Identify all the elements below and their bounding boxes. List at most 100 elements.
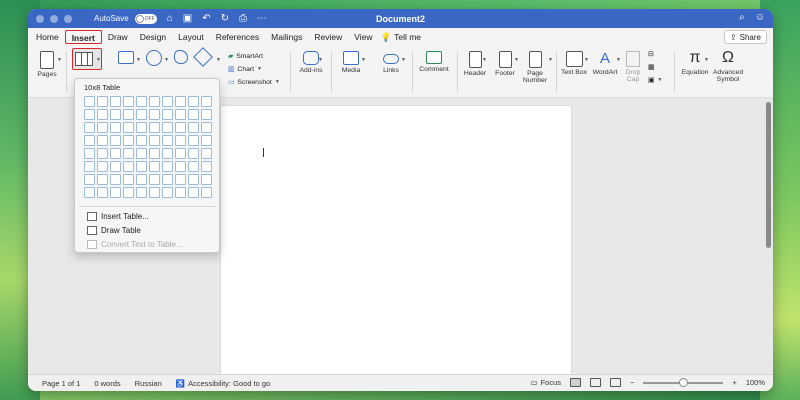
tab-view[interactable]: View (348, 30, 378, 44)
3d-models-button[interactable] (193, 47, 213, 67)
zoom-slider-thumb[interactable] (679, 377, 689, 387)
table-grid-cell[interactable] (136, 148, 147, 159)
table-grid-cell[interactable] (188, 187, 199, 198)
table-grid-cell[interactable] (162, 161, 173, 172)
table-grid-cell[interactable] (162, 135, 173, 146)
table-grid-cell[interactable] (136, 187, 147, 198)
table-grid-cell[interactable] (175, 187, 186, 198)
tab-review[interactable]: Review (308, 30, 348, 44)
chevron-down-icon[interactable]: ▼ (216, 57, 221, 63)
minimize-window-button[interactable] (50, 14, 58, 23)
table-grid-cell[interactable] (110, 135, 121, 146)
table-grid-cell[interactable] (201, 174, 212, 185)
table-grid-cell[interactable] (123, 109, 134, 120)
table-grid-cell[interactable] (97, 135, 108, 146)
table-grid-cell[interactable] (201, 135, 212, 146)
table-grid-cell[interactable] (84, 148, 95, 159)
vertical-scrollbar[interactable] (766, 102, 771, 248)
footer-button[interactable]: Footer (492, 51, 518, 77)
table-grid-cell[interactable] (84, 135, 95, 146)
signature-line-button[interactable]: ⊟ (648, 50, 654, 58)
comment-button[interactable]: Comment (418, 51, 450, 73)
table-grid-cell[interactable] (175, 174, 186, 185)
links-button[interactable]: Links (379, 51, 403, 74)
drop-cap-button[interactable]: Drop Cap (622, 51, 644, 83)
table-grid-cell[interactable] (110, 122, 121, 133)
tell-me-box[interactable]: 💡 Tell me (381, 32, 422, 43)
table-grid-cell[interactable] (110, 187, 121, 198)
table-grid-cell[interactable] (123, 135, 134, 146)
table-grid-cell[interactable] (97, 109, 108, 120)
table-grid-cell[interactable] (97, 161, 108, 172)
table-grid-cell[interactable] (84, 161, 95, 172)
autosave-toggle[interactable]: OFF (134, 13, 157, 24)
chevron-down-icon[interactable]: ▼ (401, 57, 406, 63)
table-grid-cell[interactable] (201, 96, 212, 107)
table-grid-cell[interactable] (136, 96, 147, 107)
table-grid[interactable] (84, 96, 212, 198)
header-button[interactable]: Header (462, 51, 488, 77)
object-button[interactable]: ▣ ▼ (648, 76, 662, 84)
table-grid-cell[interactable] (110, 109, 121, 120)
table-grid-cell[interactable] (97, 96, 108, 107)
advanced-symbol-button[interactable]: Ω Advanced Symbol (711, 49, 745, 83)
redo-icon[interactable]: ↻ (221, 13, 229, 24)
table-grid-cell[interactable] (149, 161, 160, 172)
zoom-level[interactable]: 100% (746, 378, 765, 387)
page-count[interactable]: Page 1 of 1 (42, 379, 80, 388)
table-grid-cell[interactable] (136, 135, 147, 146)
table-grid-cell[interactable] (123, 187, 134, 198)
table-grid-cell[interactable] (123, 122, 134, 133)
table-grid-cell[interactable] (84, 187, 95, 198)
print-icon[interactable]: ⎙ (239, 13, 247, 24)
table-grid-cell[interactable] (136, 161, 147, 172)
table-grid-cell[interactable] (149, 135, 160, 146)
table-grid-cell[interactable] (162, 148, 173, 159)
shapes-button[interactable] (146, 50, 162, 68)
web-layout-icon[interactable] (590, 378, 602, 387)
tab-mailings[interactable]: Mailings (265, 30, 308, 44)
table-grid-cell[interactable] (188, 161, 199, 172)
more-icon[interactable]: ⋯ (257, 13, 267, 24)
table-grid-cell[interactable] (84, 122, 95, 133)
pages-button[interactable]: Pages (36, 51, 58, 78)
pictures-button[interactable] (118, 51, 134, 66)
table-grid-cell[interactable] (149, 96, 160, 107)
print-layout-icon[interactable] (570, 378, 582, 387)
share-button[interactable]: ⇪ Share (723, 30, 767, 44)
chart-button[interactable]: ▥ Chart ▼ (228, 65, 262, 74)
search-icon[interactable]: ⌕ (739, 12, 745, 23)
tab-draw[interactable]: Draw (102, 30, 134, 44)
table-grid-cell[interactable] (175, 161, 186, 172)
insert-table-menu-item[interactable]: Insert Table... (87, 212, 149, 221)
table-grid-cell[interactable] (188, 174, 199, 185)
zoom-slider[interactable] (643, 377, 724, 387)
table-grid-cell[interactable] (162, 96, 173, 107)
tab-references[interactable]: References (210, 30, 265, 44)
table-grid-cell[interactable] (110, 148, 121, 159)
chevron-down-icon[interactable]: ▼ (482, 57, 487, 63)
chevron-down-icon[interactable]: ▼ (548, 57, 553, 63)
table-grid-cell[interactable] (175, 109, 186, 120)
zoom-in-icon[interactable]: + (732, 378, 736, 387)
table-grid-cell[interactable] (188, 96, 199, 107)
table-grid-cell[interactable] (136, 174, 147, 185)
accessibility-status[interactable]: ♿ Accessibility: Good to go (176, 379, 270, 388)
smartart-button[interactable]: ▰ SmartArt (228, 52, 263, 61)
chevron-down-icon[interactable]: ▼ (616, 57, 621, 63)
table-grid-cell[interactable] (136, 122, 147, 133)
chevron-down-icon[interactable]: ▼ (361, 57, 366, 63)
table-grid-cell[interactable] (149, 187, 160, 198)
table-grid-cell[interactable] (97, 187, 108, 198)
table-grid-cell[interactable] (149, 148, 160, 159)
emoji-icon[interactable]: ☺ (755, 12, 765, 23)
chevron-down-icon[interactable]: ▼ (164, 57, 169, 63)
chevron-down-icon[interactable]: ▼ (704, 57, 709, 63)
table-grid-cell[interactable] (201, 122, 212, 133)
table-grid-cell[interactable] (201, 148, 212, 159)
table-grid-cell[interactable] (110, 174, 121, 185)
chevron-down-icon[interactable]: ▼ (318, 57, 323, 63)
chevron-down-icon[interactable]: ▼ (514, 57, 519, 63)
table-grid-cell[interactable] (97, 148, 108, 159)
table-grid-cell[interactable] (162, 187, 173, 198)
